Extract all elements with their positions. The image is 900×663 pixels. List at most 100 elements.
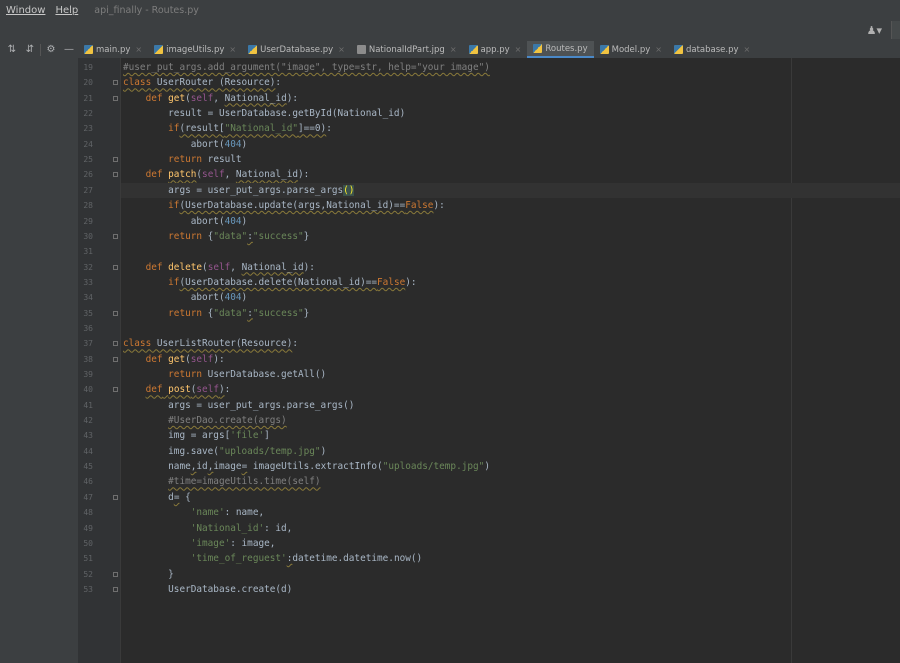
code-line[interactable]: result = UserDatabase.getById(National_i… [123,106,405,121]
code-token: return [168,230,208,242]
code-line[interactable]: #time=imageUtils.time(self) [123,474,320,489]
close-tab-icon[interactable]: × [338,45,345,54]
code-line[interactable]: class UserListRouter(Resource): [123,336,298,351]
code-line[interactable]: abort(404) [123,290,247,305]
code-token: (result[ [179,123,225,135]
fold-marker-icon[interactable] [113,494,118,500]
fold-marker-icon[interactable] [113,172,118,178]
line-number: 40 [83,385,93,395]
tab-database-py[interactable]: database.py × [668,41,756,58]
code-line[interactable]: d= { [123,490,191,505]
fold-marker-icon[interactable] [113,310,118,316]
code-line[interactable]: 'National_id': id, [123,521,293,536]
code-line[interactable]: name,id,image= imageUtils.extractInfo("u… [123,459,490,474]
code-line[interactable]: args = user_put_args.parse_args() [123,183,355,198]
code-token: args = user_put_args.parse_args() [123,399,355,411]
code-line[interactable]: 'image': image, [123,536,276,551]
fold-marker-icon[interactable] [113,233,118,239]
tab-userdatabase-py[interactable]: UserDatabase.py × [242,41,351,58]
close-tab-icon[interactable]: × [744,45,751,54]
tab-routes-py[interactable]: Routes.py [527,41,594,58]
line-number: 45 [83,462,93,472]
code-token: abort( [123,215,225,227]
close-tab-icon[interactable]: × [655,45,662,54]
line-number: 29 [83,216,93,226]
code-line[interactable]: #user_put_args.add_argument("image", typ… [123,60,490,75]
tab-app-py[interactable]: app.py × [463,41,528,58]
code-token: UserListRouter(Resource) [151,338,293,350]
code-line[interactable]: return result [123,152,241,167]
window-title: api_finally - Routes.py [94,4,199,16]
code-line[interactable]: if(result["National_id"]==0): [123,121,332,136]
fold-marker-icon[interactable] [113,157,118,163]
code-line[interactable]: return {"data":"success"} [123,306,309,321]
code-token: datetime.datetime.now() [292,553,423,565]
code-line[interactable]: return UserDatabase.getAll() [123,367,326,382]
code-line[interactable]: 'name': name, [123,505,264,520]
fold-marker-icon[interactable] [113,80,118,86]
code-line[interactable]: img = args['file'] [123,428,270,443]
code-line[interactable]: def get(self, National_id): [123,91,298,106]
close-tab-icon[interactable]: × [229,45,236,54]
search-field[interactable] [891,21,900,39]
line-number: 34 [83,293,93,303]
code-token: #user_put_args.add_argument("image", typ… [123,62,490,73]
code-token: 'image' [190,537,231,549]
fold-marker-icon[interactable] [113,264,118,270]
line-number: 35 [83,308,93,318]
code-line[interactable]: def get(self): [123,352,225,367]
fold-marker-icon[interactable] [113,586,118,592]
code-line[interactable]: args = user_put_args.parse_args() [123,398,354,413]
code-editor[interactable]: #user_put_args.add_argument("image", typ… [121,58,900,663]
code-token: "success" [252,230,304,242]
close-tab-icon[interactable]: × [515,45,522,54]
tab-label: NationalIdPart.jpg [368,44,445,55]
line-number: 27 [83,185,93,195]
user-account-icon[interactable]: ♟▾ [867,24,882,37]
navigation-bar: ♟▾ [0,20,900,41]
line-number: 44 [83,446,93,456]
fold-marker-icon[interactable] [113,95,118,101]
code-line[interactable]: abort(404) [123,214,247,229]
code-line[interactable]: abort(404) [123,137,247,152]
code-line[interactable]: 'time_of_reguest':datetime.datetime.now(… [123,551,422,566]
collapse-all-icon[interactable]: ⇵ [22,42,38,58]
tab-model-py[interactable]: Model.py × [594,41,668,58]
code-line[interactable]: img.save("uploads/temp.jpg") [123,444,326,459]
fold-marker-icon[interactable] [113,356,118,362]
fold-marker-icon[interactable] [113,571,118,577]
line-number: 25 [83,155,93,165]
menu-help-label: Help [55,4,79,16]
tab-main-py[interactable]: main.py × [78,41,148,58]
gear-icon[interactable]: ⚙ [43,42,59,58]
fold-marker-icon[interactable] [113,387,118,393]
code-line[interactable]: def delete(self, National_id): [123,260,315,275]
code-token: ]==0) [297,123,327,135]
code-line[interactable]: def patch(self, National_id): [123,167,310,182]
tab-label: imageUtils.py [166,44,225,55]
tab-imageutils-py[interactable]: imageUtils.py × [148,41,242,58]
code-line[interactable]: return {"data":"success"} [123,229,309,244]
expand-all-icon[interactable]: ⇅ [4,42,20,58]
tab-nationalidpart-jpg[interactable]: NationalIdPart.jpg × [351,41,463,58]
hide-panel-icon[interactable]: — [61,42,77,58]
fold-marker-icon[interactable] [113,341,118,347]
line-number: 39 [83,370,93,379]
menu-help[interactable]: Help [49,5,82,16]
code-line[interactable]: #UserDao.create(args) [123,413,287,428]
code-line[interactable]: if(UserDatabase.update(args,National_id)… [123,198,445,213]
code-line[interactable]: UserDatabase.create(d) [123,582,292,597]
close-tab-icon[interactable]: × [135,45,142,54]
code-line[interactable]: if(UserDatabase.delete(National_id)==Fal… [123,275,416,290]
code-line[interactable]: def post(self): [123,382,231,397]
code-line[interactable]: class UserRouter (Resource): [123,75,281,90]
code-line[interactable]: } [123,567,174,582]
line-number: 36 [83,323,93,333]
menu-window[interactable]: Window [0,5,49,16]
code-token: self [207,261,231,273]
close-tab-icon[interactable]: × [450,45,457,54]
